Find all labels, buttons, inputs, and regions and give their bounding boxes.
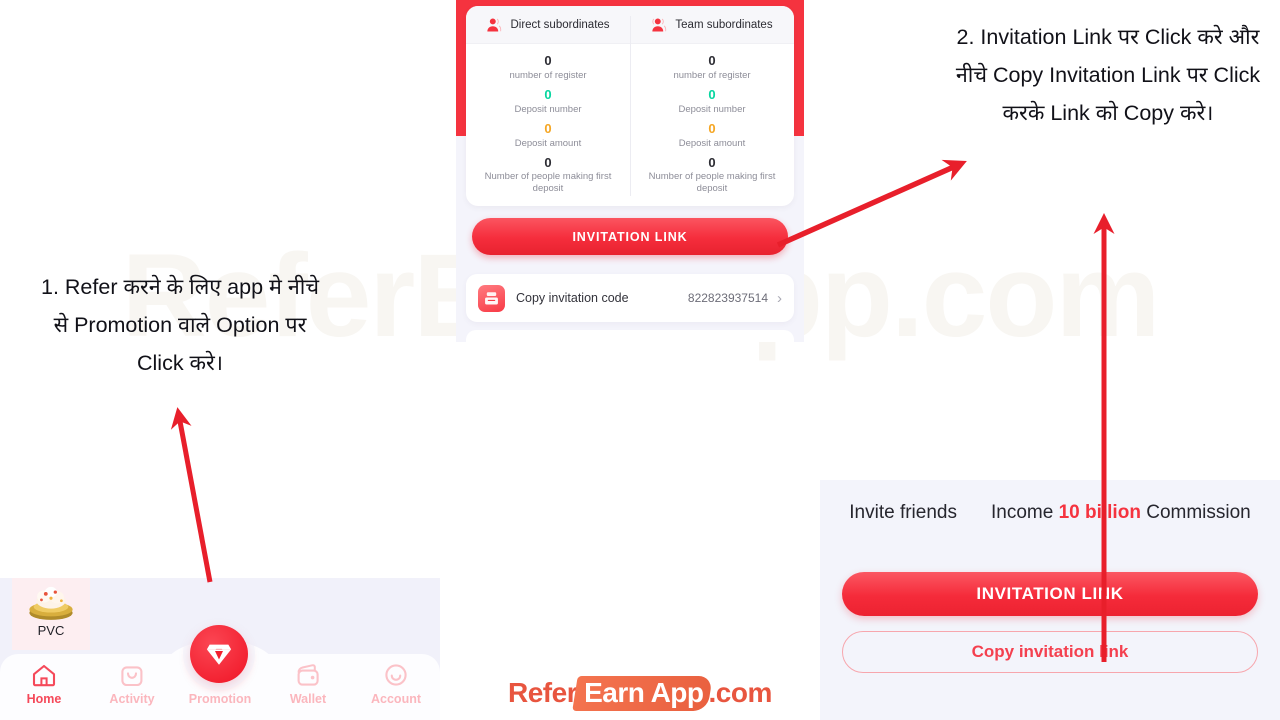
nav-item-wallet[interactable]: Wallet [268, 662, 348, 706]
metric-label: number of register [673, 70, 751, 81]
nav-item-wallet-label: Wallet [289, 692, 327, 706]
logo-part-2: Earn App [572, 676, 714, 711]
invite-friends-panel: Invite friends Income 10 billion Commiss… [820, 480, 1280, 720]
metric-label: Number of people making first deposit [484, 171, 612, 194]
promotion-stats-panel: Direct subordinates 0 number of register… [456, 0, 804, 342]
home-icon [31, 662, 57, 688]
nav-item-home[interactable]: Home [4, 662, 84, 706]
wallet-icon [295, 662, 321, 688]
copy-invitation-link-button[interactable]: Copy invitation link [842, 631, 1258, 673]
metric-value: 0 [708, 87, 716, 102]
metric-value: 0 [708, 155, 716, 170]
nav-item-account-label: Account [371, 692, 421, 706]
metric-value: 0 [544, 155, 552, 170]
direct-subordinates-column: Direct subordinates 0 number of register… [466, 6, 630, 206]
metric-value: 0 [708, 53, 716, 68]
nav-item-home-label: Home [26, 692, 62, 706]
copy-invitation-code-label: Copy invitation code [516, 291, 629, 305]
annotation-step-1: 1. Refer करने के लिए app मे नीचे से Prom… [41, 275, 319, 375]
subordinate-stats-card: Direct subordinates 0 number of register… [466, 6, 794, 206]
copy-invitation-link-button-label: Copy invitation link [971, 642, 1129, 661]
team-subordinates-column: Team subordinates 0 number of register 0… [630, 6, 794, 206]
nav-item-activity[interactable]: Activity [92, 662, 172, 706]
copy-invitation-code-row[interactable]: Copy invitation code 822823937514 › [466, 274, 794, 322]
metric-label: Deposit number [514, 104, 582, 115]
chevron-right-icon: › [777, 289, 782, 307]
income-commission-label: Income 10 billion Commission [990, 502, 1251, 523]
metric-value: 0 [544, 121, 552, 136]
team-subordinates-metrics: 0 number of register 0 Deposit number 0 … [630, 44, 794, 204]
nav-item-activity-label: Activity [109, 692, 155, 706]
metric-label: Deposit amount [678, 138, 746, 149]
invitation-code-value: 822823937514 [687, 291, 768, 305]
screenshot-canvas: ReferEarnApp.com Direct subordinates [0, 0, 1280, 720]
promotion-fab-button[interactable] [190, 625, 248, 683]
logo-part-3: .com [708, 677, 773, 708]
invitation-link-button-label: INVITATION LINK [572, 229, 688, 244]
metric-label: number of register [509, 70, 587, 81]
metric-label: Number of people making first deposit [648, 171, 776, 194]
account-icon [383, 662, 409, 688]
activity-bag-icon [119, 662, 145, 688]
pvc-game-label: PVC [37, 623, 65, 638]
pvc-game-chip[interactable]: PVC [12, 578, 90, 650]
copy-code-icon [478, 284, 505, 312]
metric-label: Deposit amount [514, 138, 582, 149]
metric-value: 0 [544, 53, 552, 68]
direct-subordinates-header: Direct subordinates [466, 6, 630, 44]
metric-label: Deposit number [678, 104, 746, 115]
invitation-link-button[interactable]: INVITATION LINK [472, 218, 788, 255]
invitation-link-button-large-label: INVITATION LINK [976, 584, 1124, 603]
team-subordinates-header: Team subordinates [630, 6, 794, 44]
arrow-to-promotion-nav [170, 407, 213, 583]
annotation-step-2: 2. Invitation Link पर Click करे और नीचे … [955, 25, 1261, 125]
team-subordinates-title: Team subordinates [675, 18, 773, 31]
invite-friends-label: Invite friends [849, 502, 957, 523]
nav-item-promotion-label: Promotion [188, 692, 252, 706]
person-icon [651, 17, 668, 32]
metric-value: 0 [708, 121, 716, 136]
diamond-icon [206, 644, 232, 665]
logo-part-1: Refer [508, 677, 578, 708]
invite-panel-heading: Invite friends Income 10 billion Commiss… [820, 502, 1280, 524]
nav-item-account[interactable]: Account [356, 662, 436, 706]
invitation-link-button-large[interactable]: INVITATION LINK [842, 572, 1258, 616]
panel-next-row-edge [466, 330, 794, 342]
direct-subordinates-title: Direct subordinates [510, 18, 610, 31]
metric-value: 0 [544, 87, 552, 102]
cake-icon [25, 580, 77, 622]
direct-subordinates-metrics: 0 number of register 0 Deposit number 0 … [466, 44, 630, 204]
person-icon [486, 17, 503, 32]
referearnapp-logo-watermark: Refer Earn App .com [508, 676, 772, 711]
